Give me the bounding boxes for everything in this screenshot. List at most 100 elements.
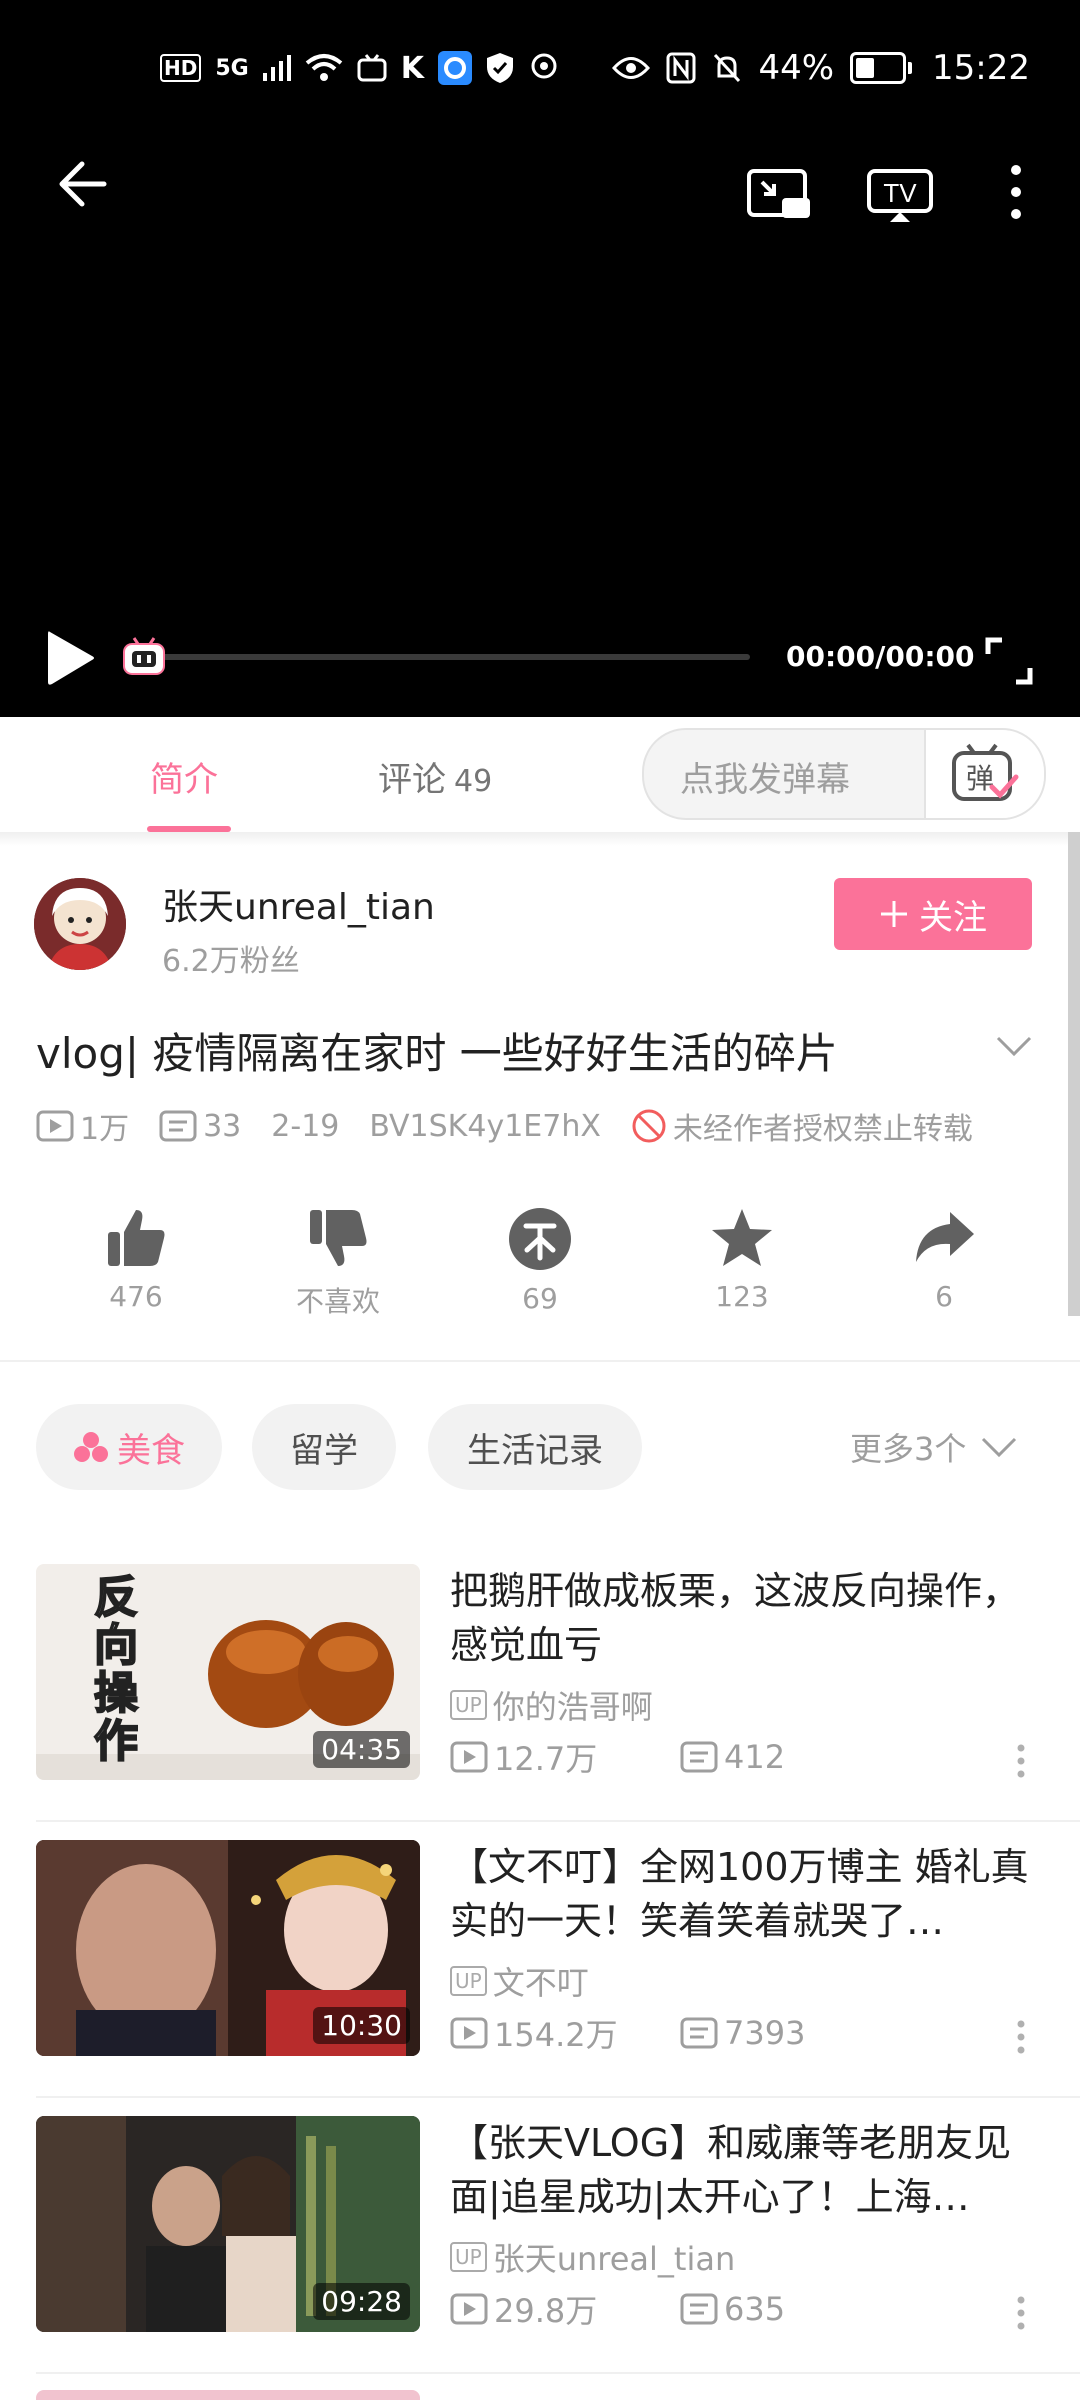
danmaku-stat: 635 xyxy=(680,2290,785,2328)
tag-label: 留学 xyxy=(290,1430,358,1471)
tag-study-abroad[interactable]: 留学 xyxy=(252,1404,396,1490)
danmaku-stat: 412 xyxy=(680,1738,785,1776)
up-badge-icon: UP xyxy=(450,1966,487,1996)
eye-icon xyxy=(612,57,651,79)
danmaku-placeholder: 点我发弹幕 xyxy=(680,760,850,800)
play-count-icon xyxy=(36,1110,74,1142)
back-arrow-icon[interactable] xyxy=(56,160,108,208)
video-thumbnail[interactable]: 09:28 xyxy=(36,2116,420,2332)
list-item[interactable]: 10:30 【文不叮】全网100万博主 婚礼真实的一天！笑着笑着就哭了… UP 文… xyxy=(0,1840,1080,2116)
forbidden-icon xyxy=(632,1109,666,1143)
up-badge-icon: UP xyxy=(450,1690,487,1720)
share-button[interactable]: 6 xyxy=(864,1206,1024,1313)
danmaku-icon-char: 弹 xyxy=(966,762,994,795)
danmaku-input[interactable]: 点我发弹幕 弹 xyxy=(642,728,1046,820)
list-item[interactable]: 反向操作 04:35 把鹅肝做成板栗，这波反向操作，感觉血亏 UP 你的浩哥啊 1… xyxy=(0,1564,1080,1840)
list-divider xyxy=(36,2372,1080,2374)
video-uploader[interactable]: UP 你的浩哥啊 xyxy=(450,1682,653,1728)
play-count-icon xyxy=(450,2293,488,2325)
video-thumbnail[interactable]: 10:30 xyxy=(36,1840,420,2056)
danmaku-count: 7393 xyxy=(724,2014,806,2052)
follow-button[interactable]: 关注 xyxy=(834,878,1032,950)
danmaku-count-icon xyxy=(680,1741,718,1773)
tab-intro[interactable]: 简介 xyxy=(150,752,218,801)
video-uploader[interactable]: UP 张天unreal_tian xyxy=(450,2234,735,2280)
more-options-icon[interactable] xyxy=(1016,2020,1026,2054)
hd-icon: HD xyxy=(160,54,202,82)
up-badge-icon: UP xyxy=(450,2242,487,2272)
video-player[interactable] xyxy=(0,0,1080,717)
uploader-name: 文不叮 xyxy=(492,1964,589,2002)
battery-percent: 44% xyxy=(758,48,835,88)
shield-icon xyxy=(486,53,513,83)
views-count: 1万 xyxy=(80,1112,130,1147)
coin-button[interactable]: 69 xyxy=(460,1206,620,1315)
progress-knob-icon[interactable] xyxy=(122,636,166,676)
tag-food[interactable]: 美食 xyxy=(36,1404,222,1490)
tv-cast-icon[interactable]: TV xyxy=(866,168,934,224)
list-item[interactable]: 09:28 【张天VLOG】和威廉等老朋友见面|追星成功|太开心了！上海… UP… xyxy=(0,2116,1080,2392)
like-count: 476 xyxy=(109,1280,163,1313)
more-options-icon[interactable] xyxy=(1016,2296,1026,2330)
views-stat: 154.2万 xyxy=(450,2010,680,2056)
tag-topic-icon xyxy=(74,1432,108,1462)
fullscreen-icon[interactable] xyxy=(984,636,1034,686)
views-stat: 1万 xyxy=(36,1104,129,1148)
small-window-icon[interactable] xyxy=(746,168,812,222)
tab-comments-count: 49 xyxy=(454,764,493,799)
favorite-button[interactable]: 123 xyxy=(662,1206,822,1313)
dislike-button[interactable]: 不喜欢 xyxy=(258,1206,418,1320)
danmaku-stat: 33 xyxy=(159,1109,241,1144)
play-icon[interactable] xyxy=(44,628,96,688)
more-options-icon[interactable] xyxy=(1016,1744,1026,1778)
video-thumbnail[interactable]: 反向操作 04:35 xyxy=(36,1564,420,1780)
chevron-down-icon[interactable] xyxy=(994,1034,1034,1058)
views-stat: 29.8万 xyxy=(450,2286,680,2332)
tabs-divider xyxy=(0,832,1080,846)
bvid[interactable]: BV1SK4y1E7hX xyxy=(369,1109,601,1144)
uploader-fans: 6.2万粉丝 xyxy=(162,944,300,979)
browser-icon xyxy=(437,51,472,85)
copyright-notice: 未经作者授权禁止转载 xyxy=(631,1104,973,1148)
coin-count: 69 xyxy=(522,1282,558,1315)
follow-label: 关注 xyxy=(919,897,987,938)
5g-signal-icon: 5G xyxy=(215,55,249,81)
tab-comments[interactable]: 评论 49 xyxy=(378,752,492,801)
more-options-icon[interactable] xyxy=(1008,164,1024,220)
video-title: vlog| 疫情隔离在家时 一些好好生活的碎片 xyxy=(36,1029,838,1078)
danmaku-toggle-button[interactable]: 弹 xyxy=(924,730,1044,818)
favorite-count: 123 xyxy=(715,1280,769,1313)
uploader-name[interactable]: 张天unreal_tian xyxy=(162,878,435,930)
avatar[interactable] xyxy=(34,878,126,970)
uploader-name: 你的浩哥啊 xyxy=(492,1688,653,1726)
danmaku-stat: 7393 xyxy=(680,2014,805,2052)
status-bar-right: 44% 15:22 xyxy=(612,44,1030,92)
video-title[interactable]: 【张天VLOG】和威廉等老朋友见面|追星成功|太开心了！上海… xyxy=(450,2116,1050,2224)
nfc-icon xyxy=(666,52,696,84)
clock: 15:22 xyxy=(932,48,1030,88)
chevron-down-icon xyxy=(982,1437,1017,1458)
thumbs-up-icon xyxy=(108,1210,165,1266)
video-title[interactable]: 【文不叮】全网100万博主 婚礼真实的一天！笑着笑着就哭了… xyxy=(450,1840,1050,1948)
like-button[interactable]: 476 xyxy=(56,1206,216,1313)
video-duration: 09:28 xyxy=(313,2283,410,2320)
video-title[interactable]: 把鹅肝做成板栗，这波反向操作，感觉血亏 xyxy=(450,1564,1050,1672)
tag-life-record[interactable]: 生活记录 xyxy=(428,1404,642,1490)
thumbs-down-icon xyxy=(310,1210,367,1266)
thumbnail-overlay-text: 反向操作 xyxy=(93,1572,139,1767)
tag-label: 生活记录 xyxy=(467,1430,603,1471)
danmaku-count: 33 xyxy=(203,1108,242,1144)
signal-icon xyxy=(262,55,291,81)
video-uploader[interactable]: UP 文不叮 xyxy=(450,1958,589,2004)
copyright-text: 未经作者授权禁止转载 xyxy=(672,1112,973,1147)
video-stats: 12.7万 412 xyxy=(450,1734,785,1780)
battery-icon xyxy=(850,52,913,84)
danmaku-count-icon xyxy=(680,2017,718,2049)
tags-more-button[interactable]: 更多3个 xyxy=(850,1424,1018,1470)
scrollbar[interactable] xyxy=(1068,832,1080,1316)
coin-icon xyxy=(509,1208,571,1270)
danmaku-count: 412 xyxy=(724,1738,786,1776)
progress-bar[interactable] xyxy=(140,654,750,660)
video-stats: 29.8万 635 xyxy=(450,2286,785,2332)
views-stat: 12.7万 xyxy=(450,1734,680,1780)
